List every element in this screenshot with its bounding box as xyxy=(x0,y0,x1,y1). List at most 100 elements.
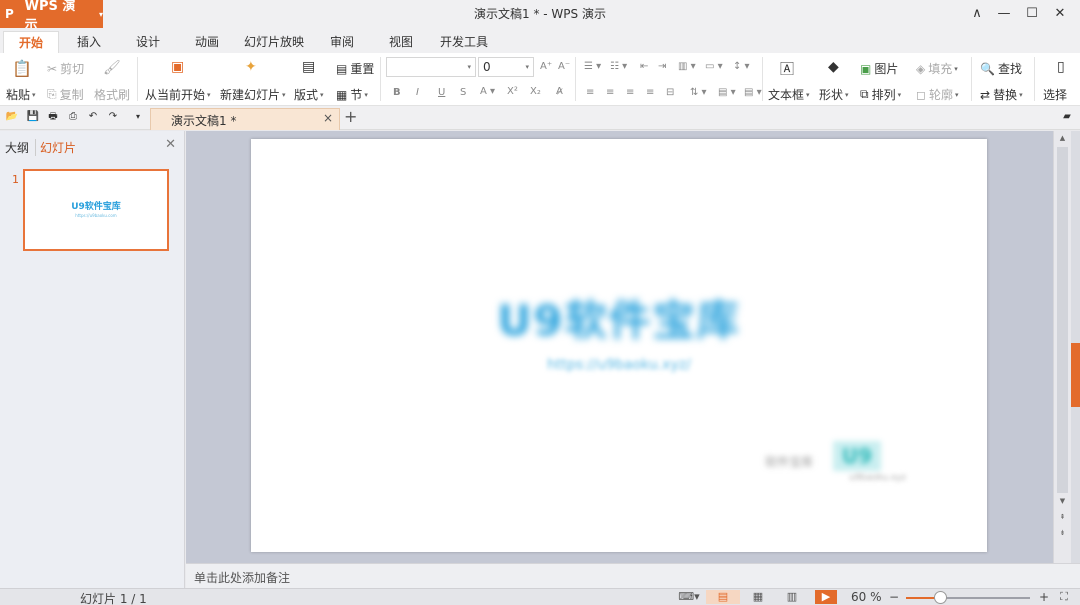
close-panel-icon[interactable]: ✕ xyxy=(165,137,176,152)
numbered-list-icon[interactable]: ☷ ▾ xyxy=(610,61,627,72)
fit-window-icon[interactable]: ⛶ xyxy=(1056,590,1072,604)
fill-button[interactable]: ◈ 填充 ▾ xyxy=(916,60,958,77)
tab-outline[interactable]: 大纲 xyxy=(5,139,29,156)
layout-button[interactable]: 版式 ▾ xyxy=(294,86,324,103)
document-tab[interactable]: 演示文稿1 * × xyxy=(150,108,340,130)
tab-developer[interactable]: 开发工具 xyxy=(436,31,492,53)
scrollbar-thumb[interactable] xyxy=(1057,147,1068,493)
minimize-button[interactable]: — xyxy=(990,0,1018,28)
cut-button[interactable]: ✂ 剪切 xyxy=(47,60,84,77)
zoom-slider[interactable] xyxy=(906,591,1030,604)
notes-toggle-icon[interactable]: ⌨▾ xyxy=(676,590,702,604)
slide-thumbnail[interactable]: U9软件宝库 https://u9baoku.com xyxy=(23,169,169,251)
zoom-out-button[interactable]: − xyxy=(889,590,899,604)
vertical-scrollbar[interactable]: ▲ ▼ ⇞ ⇟ xyxy=(1053,131,1071,563)
collapse-ribbon-button[interactable]: ∧ xyxy=(963,0,991,28)
format-painter-button[interactable]: 格式刷 xyxy=(94,86,130,103)
customize-toolbar-icon[interactable]: ▾ xyxy=(131,110,145,124)
align-text-icon[interactable]: ▭ ▾ xyxy=(705,61,723,72)
normal-view-icon[interactable]: ▤ xyxy=(706,590,740,604)
tab-home[interactable]: 开始 xyxy=(3,31,59,53)
tab-design[interactable]: 设计 xyxy=(127,31,169,53)
paragraph-spacing-icon[interactable]: ⇅ ▾ xyxy=(690,87,707,98)
reset-button[interactable]: ▤ 重置 xyxy=(336,60,374,77)
zoom-slider-knob[interactable] xyxy=(934,591,948,604)
bold-icon[interactable]: B xyxy=(393,87,401,98)
zoom-level[interactable]: 60 % xyxy=(851,590,882,604)
justify-icon[interactable]: ≡ xyxy=(646,87,654,98)
play-from-current-button[interactable]: 从当前开始 ▾ xyxy=(145,86,211,103)
replace-button[interactable]: ⇄ 替换 ▾ xyxy=(980,86,1023,103)
reading-view-icon[interactable]: ▥ xyxy=(782,590,802,604)
distribute-icon[interactable]: ⊟ xyxy=(666,87,674,98)
paste-button[interactable]: 粘贴 ▾ xyxy=(6,86,36,103)
italic-icon[interactable]: I xyxy=(416,87,419,98)
tab-slides[interactable]: 幻灯片 xyxy=(35,139,76,156)
text-box-button[interactable]: 文本框 ▾ xyxy=(768,86,810,103)
slide-counter: 幻灯片 1 / 1 xyxy=(80,592,147,605)
scissors-icon: ✂ xyxy=(47,61,58,76)
picture-button[interactable]: ▣ 图片 xyxy=(860,60,898,77)
task-pane-toggle[interactable] xyxy=(1071,343,1080,407)
decrease-indent-icon[interactable]: ⇤ xyxy=(640,61,648,72)
font-size-select[interactable]: 0 ▾ xyxy=(478,57,534,77)
print-preview-icon[interactable]: ⎙ xyxy=(66,110,80,124)
open-folder-icon[interactable]: 📂 xyxy=(5,110,19,124)
notes-placeholder[interactable]: 单击此处添加备注 xyxy=(194,569,290,586)
increase-font-icon[interactable]: A⁺ xyxy=(540,61,552,72)
align-center-icon[interactable]: ≡ xyxy=(606,87,614,98)
find-button[interactable]: 🔍 查找 xyxy=(980,60,1022,77)
subscript-icon[interactable]: X₂ xyxy=(530,86,541,97)
undo-icon[interactable]: ↶ xyxy=(86,110,100,124)
tab-insert[interactable]: 插入 xyxy=(68,31,110,53)
new-slide-button[interactable]: 新建幻灯片 ▾ xyxy=(220,86,286,103)
line-spacing-icon[interactable]: ↕ ▾ xyxy=(733,61,750,72)
arrange-button[interactable]: ⧉ 排列 ▾ xyxy=(860,86,901,103)
copy-icon: ⎘ xyxy=(47,87,57,101)
font-color-icon[interactable]: A ▾ xyxy=(480,86,495,97)
underline-icon[interactable]: U xyxy=(438,87,445,98)
zoom-in-button[interactable]: + xyxy=(1039,590,1049,604)
decrease-font-icon[interactable]: A⁻ xyxy=(558,61,570,72)
columns-icon[interactable]: ▤ ▾ xyxy=(718,87,736,98)
comment-icon[interactable]: ▰ xyxy=(1060,110,1074,124)
more-paragraph-icon[interactable]: ▤ ▾ xyxy=(744,87,762,98)
clear-format-icon[interactable]: A̷ xyxy=(556,86,563,97)
align-left-icon[interactable]: ≡ xyxy=(586,87,594,98)
tab-animation[interactable]: 动画 xyxy=(186,31,228,53)
save-icon[interactable]: 💾 xyxy=(26,110,40,124)
tab-slideshow[interactable]: 幻灯片放映 xyxy=(241,31,307,53)
next-slide-icon[interactable]: ⇟ xyxy=(1054,529,1071,537)
superscript-icon[interactable]: X² xyxy=(507,86,518,97)
scroll-down-icon[interactable]: ▼ xyxy=(1054,497,1071,505)
font-name-select[interactable]: ▾ xyxy=(386,57,476,77)
section-button[interactable]: ▦ 节 ▾ xyxy=(336,86,368,103)
select-button[interactable]: 选择 xyxy=(1043,86,1067,103)
play-slideshow-icon[interactable]: ▶ xyxy=(815,590,837,604)
close-tab-icon[interactable]: × xyxy=(323,111,333,125)
slide-canvas[interactable]: U9软件宝库 https://u9baoku.xyz/ 软件宝库 U9 u9ba… xyxy=(251,139,987,552)
shadow-icon[interactable]: S xyxy=(460,87,466,98)
outline-button[interactable]: ◻ 轮廓 ▾ xyxy=(916,86,959,103)
text-direction-icon[interactable]: ▥ ▾ xyxy=(678,61,696,72)
new-tab-button[interactable]: + xyxy=(344,107,357,126)
slide-sorter-icon[interactable]: ▦ xyxy=(748,590,768,604)
copy-button[interactable]: ⎘ 复制 xyxy=(47,86,84,103)
scroll-up-icon[interactable]: ▲ xyxy=(1054,134,1071,142)
tab-review[interactable]: 审阅 xyxy=(321,31,363,53)
thumbnail-url: https://u9baoku.com xyxy=(75,213,117,218)
slide-title[interactable]: U9软件宝库 xyxy=(251,287,987,348)
maximize-button[interactable]: ☐ xyxy=(1018,0,1046,28)
increase-indent-icon[interactable]: ⇥ xyxy=(658,61,666,72)
bullet-list-icon[interactable]: ☰ ▾ xyxy=(584,61,601,72)
close-button[interactable]: ✕ xyxy=(1046,0,1074,28)
redo-icon[interactable]: ↷ xyxy=(106,110,120,124)
previous-slide-icon[interactable]: ⇞ xyxy=(1054,513,1071,521)
shape-button[interactable]: 形状 ▾ xyxy=(819,86,849,103)
text-box-icon: 🄰 xyxy=(780,62,794,78)
align-right-icon[interactable]: ≡ xyxy=(626,87,634,98)
slide-url[interactable]: https://u9baoku.xyz/ xyxy=(251,357,987,373)
tab-view[interactable]: 视图 xyxy=(380,31,422,53)
notes-pane[interactable]: 单击此处添加备注 xyxy=(186,563,1080,588)
print-icon[interactable]: 🖶 xyxy=(46,110,60,124)
